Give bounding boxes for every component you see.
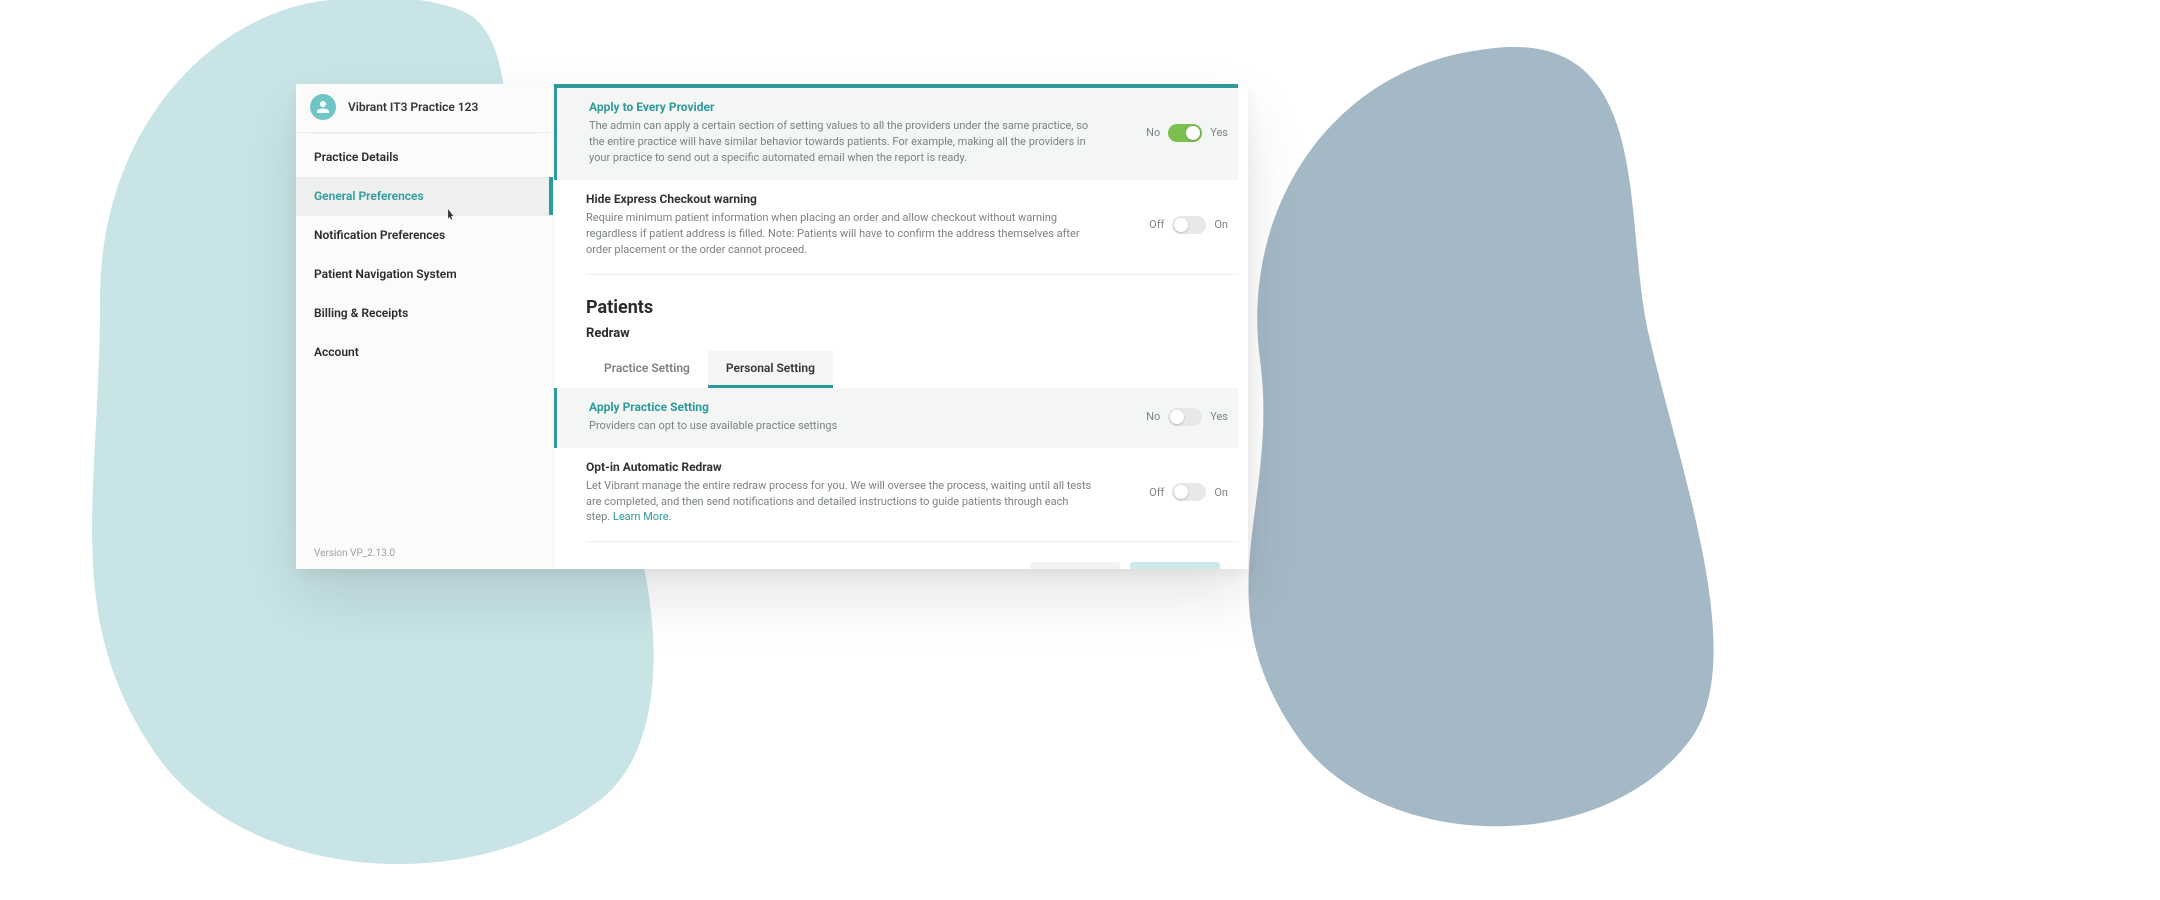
setting-title: Apply to Every Provider [589, 100, 1092, 114]
setting-apply-every-provider: Apply to Every Provider The admin can ap… [554, 84, 1238, 180]
toggle-apply-every-provider: No Yes [1126, 124, 1238, 142]
toggle-right-label: Yes [1210, 410, 1228, 423]
save-button[interactable]: Save [1130, 562, 1220, 569]
divider [586, 274, 1238, 275]
toggle-knob [1174, 485, 1188, 499]
nav-list: Practice Details General Preferences Not… [296, 134, 553, 372]
toggle-switch[interactable] [1172, 483, 1206, 501]
setting-desc: Let Vibrant manage the entire redraw pro… [586, 478, 1092, 526]
tab-personal-setting[interactable]: Personal Setting [708, 351, 833, 388]
setting-title: Opt-in Automatic Redraw [586, 460, 1092, 474]
sidebar-item-practice-details[interactable]: Practice Details [296, 138, 553, 177]
redraw-tabs: Practice Setting Personal Setting [586, 351, 1238, 388]
setting-desc: Require minimum patient information when… [586, 210, 1092, 258]
toggle-right-label: On [1214, 486, 1228, 499]
setting-desc: Providers can opt to use available pract… [589, 418, 1092, 434]
user-icon [314, 98, 332, 116]
toggle-right-label: Yes [1210, 126, 1228, 139]
learn-more-link[interactable]: Learn More. [613, 510, 672, 523]
toggle-switch[interactable] [1168, 408, 1202, 426]
setting-auto-redraw: Opt-in Automatic Redraw Let Vibrant mana… [586, 448, 1238, 538]
practice-name: Vibrant IT3 Practice 123 [348, 100, 478, 114]
app-window: Vibrant IT3 Practice 123 Practice Detail… [296, 84, 1248, 569]
toggle-apply-practice: No Yes [1126, 408, 1238, 426]
sidebar-item-notification-preferences[interactable]: Notification Preferences [296, 216, 553, 255]
toggle-switch[interactable] [1168, 124, 1202, 142]
stage: Vibrant IT3 Practice 123 Practice Detail… [0, 0, 2160, 900]
divider [586, 541, 1238, 542]
toggle-knob [1186, 126, 1200, 140]
sidebar: Vibrant IT3 Practice 123 Practice Detail… [296, 84, 554, 569]
sidebar-item-account[interactable]: Account [296, 333, 553, 372]
toggle-left-label: No [1146, 126, 1160, 139]
toggle-right-label: On [1214, 218, 1228, 231]
toggle-left-label: Off [1149, 218, 1164, 231]
toggle-left-label: Off [1149, 486, 1164, 499]
setting-title: Hide Express Checkout warning [586, 192, 1092, 206]
avatar [310, 94, 336, 120]
setting-title: Apply Practice Setting [589, 400, 1092, 414]
cancel-button[interactable]: Cancel [1030, 562, 1120, 569]
sidebar-item-general-preferences[interactable]: General Preferences [296, 177, 553, 216]
sidebar-header: Vibrant IT3 Practice 123 [296, 84, 553, 133]
content-area: Apply to Every Provider The admin can ap… [554, 84, 1248, 569]
setting-desc: The admin can apply a certain section of… [589, 118, 1092, 166]
tab-practice-setting[interactable]: Practice Setting [586, 351, 708, 388]
toggle-hide-express: Off On [1126, 216, 1238, 234]
section-title-patients: Patients [586, 297, 1238, 318]
toggle-auto-redraw: Off On [1126, 483, 1238, 501]
toggle-knob [1174, 218, 1188, 232]
footer-actions: Cancel Save [586, 546, 1230, 569]
toggle-left-label: No [1146, 410, 1160, 423]
sidebar-item-billing-receipts[interactable]: Billing & Receipts [296, 294, 553, 333]
decorative-blob-right [1180, 40, 1740, 860]
setting-apply-practice-setting: Apply Practice Setting Providers can opt… [554, 388, 1238, 448]
toggle-switch[interactable] [1172, 216, 1206, 234]
version-label: Version VP_2.13.0 [314, 548, 395, 559]
subsection-title-redraw: Redraw [586, 326, 1238, 341]
setting-hide-express-checkout: Hide Express Checkout warning Require mi… [586, 180, 1238, 270]
toggle-knob [1170, 410, 1184, 424]
sidebar-item-patient-navigation-system[interactable]: Patient Navigation System [296, 255, 553, 294]
